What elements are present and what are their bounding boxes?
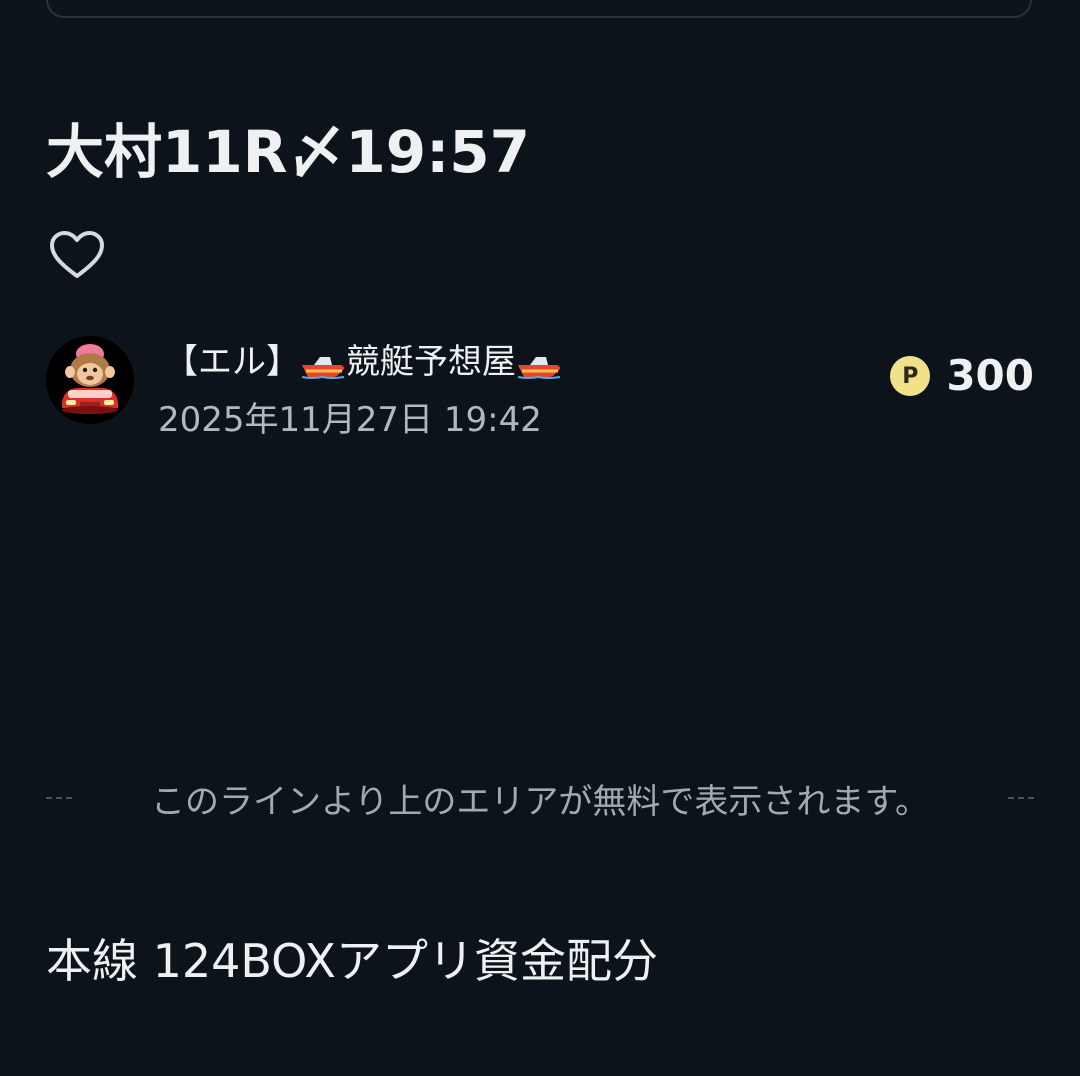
author-row: 【エル】 競艇予想屋 2025年11月27日 19:42 P 300 bbox=[46, 336, 1034, 446]
section-heading: 本線 124BOXアプリ資金配分 bbox=[46, 934, 658, 988]
paywall-divider: このラインより上のエリアが無料で表示されます。 bbox=[46, 770, 1034, 826]
author-name-prefix: 【エル】 bbox=[164, 342, 300, 382]
article-title: 大村11R〆19:57 bbox=[46, 118, 530, 186]
publish-date: 2025年11月27日 19:42 bbox=[158, 400, 542, 440]
author-avatar[interactable] bbox=[46, 336, 134, 424]
like-button[interactable] bbox=[48, 228, 106, 284]
price-badge: P 300 bbox=[890, 352, 1034, 400]
heart-outline-icon bbox=[50, 231, 104, 278]
point-coin-icon: P bbox=[890, 356, 931, 396]
price-value: 300 bbox=[946, 351, 1034, 400]
article-page: 大村11R〆19:57 【エル】 競艇予想屋 2025年11月27日 19:42… bbox=[0, 0, 1080, 1076]
author-name[interactable]: 【エル】 競艇予想屋 bbox=[164, 338, 562, 386]
divider-dash-left bbox=[46, 797, 72, 799]
previous-card-edge bbox=[46, 0, 1032, 18]
author-name-main: 競艇予想屋 bbox=[346, 342, 516, 382]
paywall-notice: このラインより上のエリアが無料で表示されます。 bbox=[151, 781, 929, 822]
speedboat-icon bbox=[300, 349, 346, 379]
monkey-car-avatar-icon bbox=[46, 336, 134, 424]
divider-dash-right bbox=[1008, 797, 1034, 799]
speedboat-icon bbox=[516, 349, 562, 379]
